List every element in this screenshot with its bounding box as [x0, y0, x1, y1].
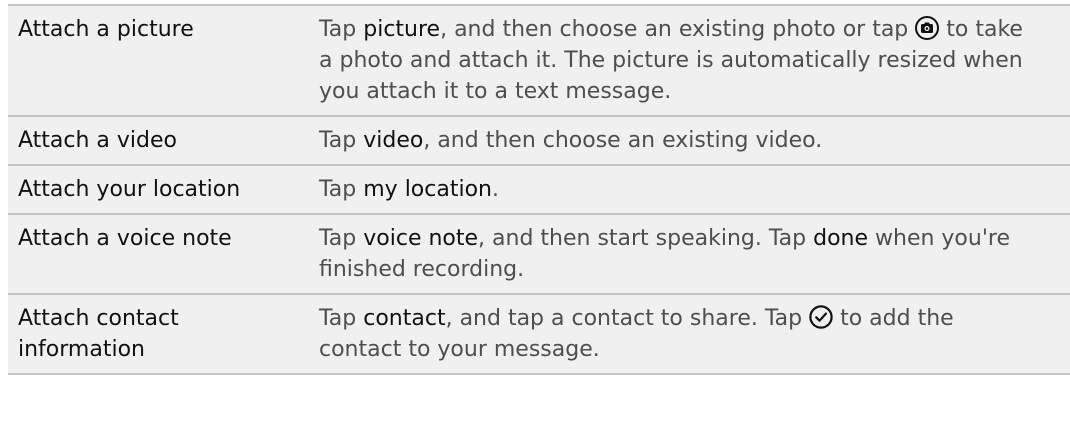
action-label: Attach your location [18, 177, 241, 202]
description-text: , and then start speaking. Tap [478, 226, 814, 251]
description-text: Tap [319, 226, 364, 251]
description-text: , and then choose an existing video. [423, 128, 823, 153]
keyword-picture: picture [363, 17, 441, 42]
action-description: Tap contact, and tap a contact to share.… [308, 295, 1038, 373]
action-label: Attach a video [18, 128, 177, 153]
table-row: Attach a voice note Tap voice note, and … [8, 213, 1070, 293]
action-label: Attach a picture [18, 17, 194, 42]
description-text: . [491, 177, 499, 202]
table-row: Attach a picture Tap picture, and then c… [8, 4, 1070, 115]
description-text: Tap [319, 306, 364, 331]
keyword-video: video [363, 128, 424, 153]
action-description: Tap video, and then choose an existing v… [308, 117, 1038, 164]
camera-icon [915, 16, 940, 40]
instructions-table: Attach a picture Tap picture, and then c… [8, 4, 1070, 375]
keyword-done: done [813, 226, 869, 251]
table-row: Attach contact information Tap contact, … [8, 293, 1070, 375]
description-text: , and then choose an existing photo or t… [440, 17, 916, 42]
description-text: Tap [319, 177, 364, 202]
description-text: Tap [319, 128, 364, 153]
action-label: Attach a voice note [18, 226, 232, 251]
table-row: Attach your location Tap my location. [8, 164, 1070, 213]
action-description: Tap voice note, and then start speaking.… [308, 215, 1038, 293]
keyword-my-location: my location [363, 177, 492, 202]
action-description: Tap picture, and then choose an existing… [308, 6, 1038, 115]
action-description: Tap my location. [308, 166, 1038, 213]
keyword-contact: contact [363, 306, 446, 331]
keyword-voice-note: voice note [363, 226, 479, 251]
table-row: Attach a video Tap video, and then choos… [8, 115, 1070, 164]
action-label: Attach contact information [18, 306, 179, 362]
description-text: , and tap a contact to share. Tap [445, 306, 810, 331]
checkmark-icon [809, 305, 833, 329]
description-text: Tap [319, 17, 364, 42]
